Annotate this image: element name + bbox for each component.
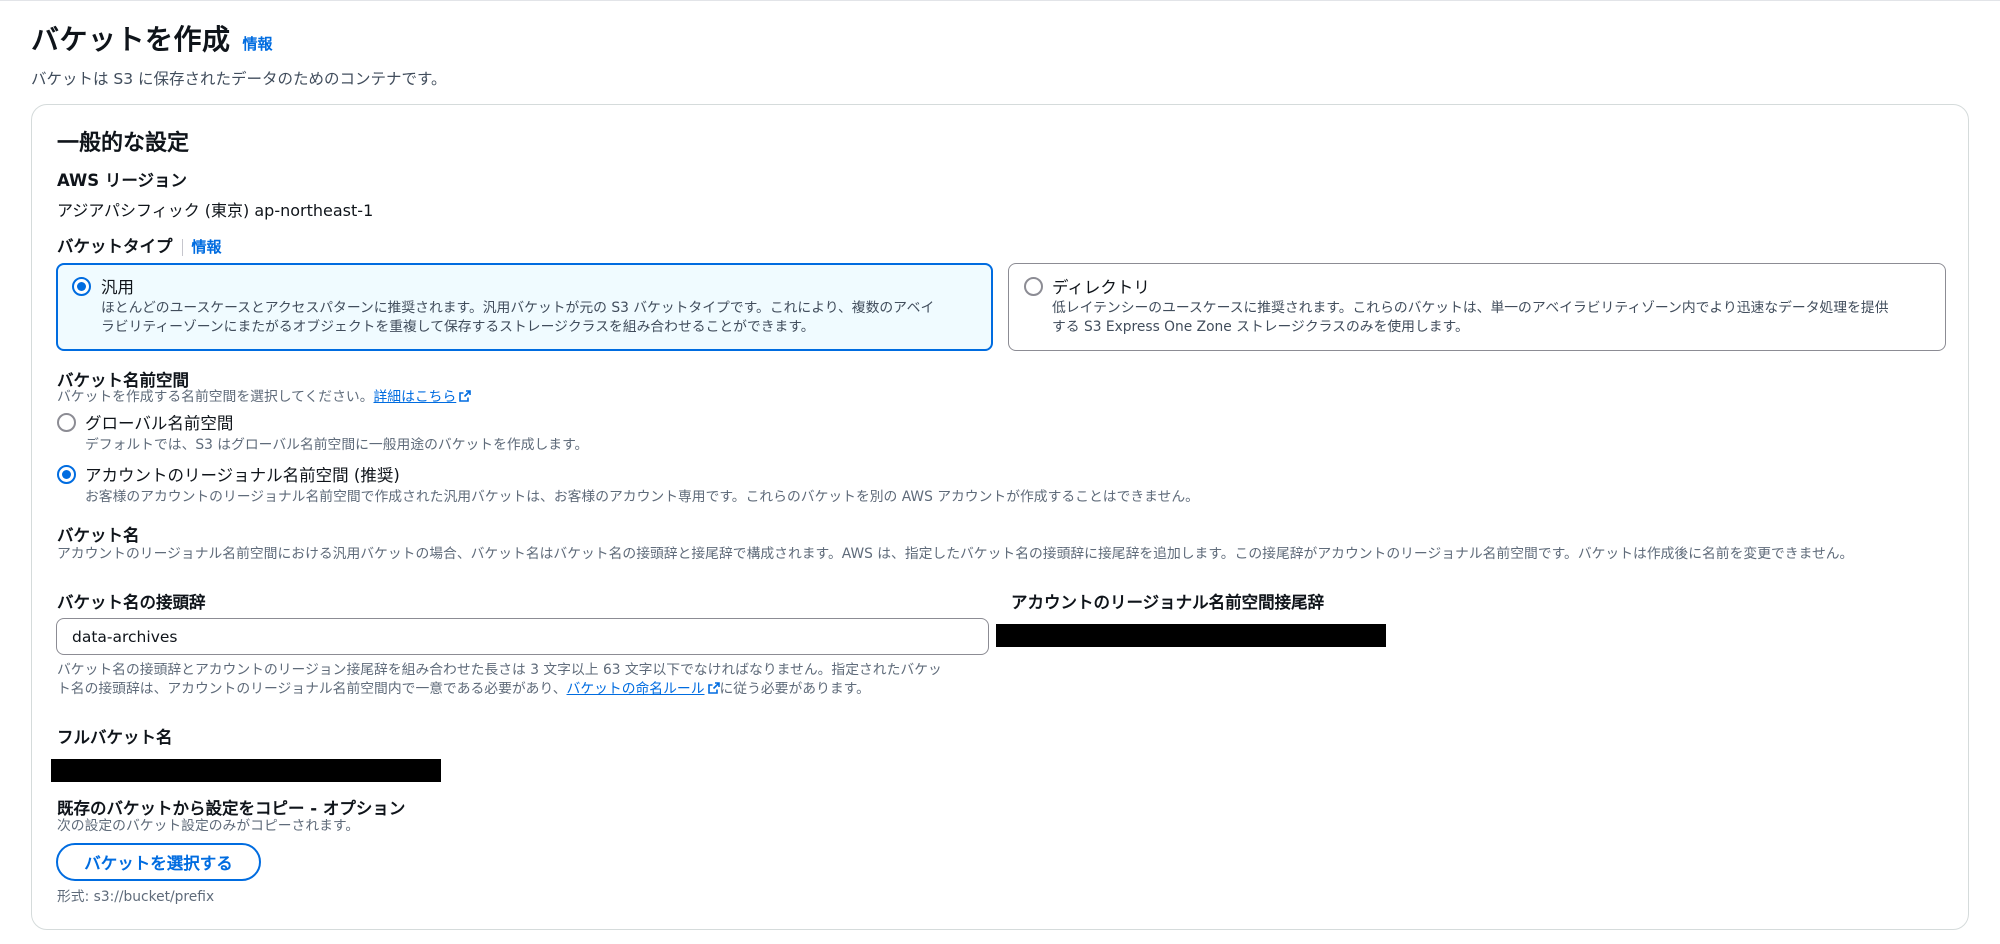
tile-description-line1: 低レイテンシーのユースケースに推奨されます。これらのバケットは、単一のアベイラビ… (1052, 300, 1889, 316)
prefix-help-line2: ト名の接頭辞は、アカウントのリージョナル名前空間内で一意である必要があり、バケッ… (57, 680, 870, 699)
top-divider (0, 0, 2000, 3)
label-separator (181, 239, 183, 256)
naming-rules-link[interactable]: バケットの命名ルール (567, 681, 720, 697)
bucket-type-directory-radio[interactable] (1024, 277, 1043, 296)
bucket-type-info-link[interactable]: 情報 (192, 238, 222, 256)
namespace-regional-radio[interactable] (57, 465, 76, 484)
namespace-regional-description: お客様のアカウントのリージョナル名前空間で作成された汎用バケットは、お客様のアカ… (85, 489, 1199, 505)
header-info-link[interactable]: 情報 (243, 33, 273, 54)
section-title: 一般的な設定 (57, 131, 190, 156)
bucket-prefix-input[interactable] (56, 618, 989, 655)
learn-more-label: 詳細はこちら (373, 389, 457, 405)
suffix-label: アカウントのリージョナル名前空間接尾辞 (1011, 593, 1325, 612)
tile-description-line2: する S3 Express One Zone ストレージクラスのみを使用します。 (1052, 319, 1469, 335)
tile-description-line1: ほとんどのユースケースとアクセスパターンに推奨されます。汎用バケットが元の S3… (101, 300, 935, 316)
naming-rules-label: バケットの命名ルール (566, 681, 705, 697)
tile-title: ディレクトリ (1052, 278, 1150, 297)
namespace-global-description: デフォルトでは、S3 はグローバル名前空間に一般用途のバケットを作成します。 (85, 437, 589, 453)
bucket-name-label: バケット名 (57, 526, 140, 545)
region-label: AWS リージョン (57, 171, 188, 190)
namespace-regional-title: アカウントのリージョナル名前空間 (推奨) (85, 466, 400, 485)
copy-format-hint: 形式: s3://bucket/prefix (57, 889, 215, 905)
bucket-type-general-radio[interactable] (72, 277, 91, 296)
bucket-name-description: アカウントのリージョナル名前空間における汎用バケットの場合、バケット名はバケット… (57, 546, 1854, 562)
choose-bucket-button[interactable]: バケットを選択する (56, 843, 261, 881)
tile-title: 汎用 (101, 278, 134, 297)
prefix-help-text-end: に従う必要があります。 (719, 681, 870, 697)
general-settings-panel: 一般的な設定 AWS リージョン アジアパシフィック (東京) ap-north… (31, 104, 1969, 930)
bucket-type-directory-tile[interactable]: ディレクトリ 低レイテンシーのユースケースに推奨されます。これらのバケットは、単… (1008, 263, 1946, 351)
external-link-icon (459, 390, 472, 402)
full-bucket-name-redacted (51, 759, 441, 782)
page-title: バケットを作成 (31, 23, 231, 56)
namespace-global-title: グローバル名前空間 (85, 414, 234, 433)
copy-settings-label: 既存のバケットから設定をコピー - オプション (57, 799, 406, 818)
namespace-global-radio[interactable] (57, 413, 76, 432)
bucket-type-general-purpose-tile[interactable]: 汎用 ほとんどのユースケースとアクセスパターンに推奨されます。汎用バケットが元の… (56, 263, 993, 351)
namespace-learn-more-link[interactable]: 詳細はこちら (374, 389, 472, 405)
external-link-icon (707, 682, 720, 694)
region-value: アジアパシフィック (東京) ap-northeast-1 (57, 201, 374, 220)
prefix-help-text: ト名の接頭辞は、アカウントのリージョナル名前空間内で一意である必要があり、 (57, 681, 567, 697)
suffix-value-redacted (996, 624, 1386, 647)
copy-settings-description: 次の設定のバケット設定のみがコピーされます。 (57, 818, 360, 834)
page-header: バケットを作成 情報 バケットは S3 に保存されたデータのためのコンテナです。 (31, 18, 447, 89)
prefix-label: バケット名の接頭辞 (57, 593, 206, 612)
bucket-type-label: バケットタイプ (57, 237, 173, 256)
namespace-description-row: バケットを作成する名前空間を選択してください。詳細はこちら (57, 388, 472, 407)
prefix-help-line1: バケット名の接頭辞とアカウントのリージョン接尾辞を組み合わせた長さは 3 文字以… (57, 662, 942, 678)
full-bucket-name-label: フルバケット名 (57, 728, 173, 747)
namespace-description: バケットを作成する名前空間を選択してください。 (57, 389, 374, 405)
tile-description-line2: ラビリティーゾーンにまたがるオブジェクトを重複して保存するストレージクラスを組み… (101, 319, 815, 335)
page-description: バケットは S3 に保存されたデータのためのコンテナです。 (31, 70, 447, 88)
bucket-type-label-row: バケットタイプ 情報 (57, 233, 222, 257)
